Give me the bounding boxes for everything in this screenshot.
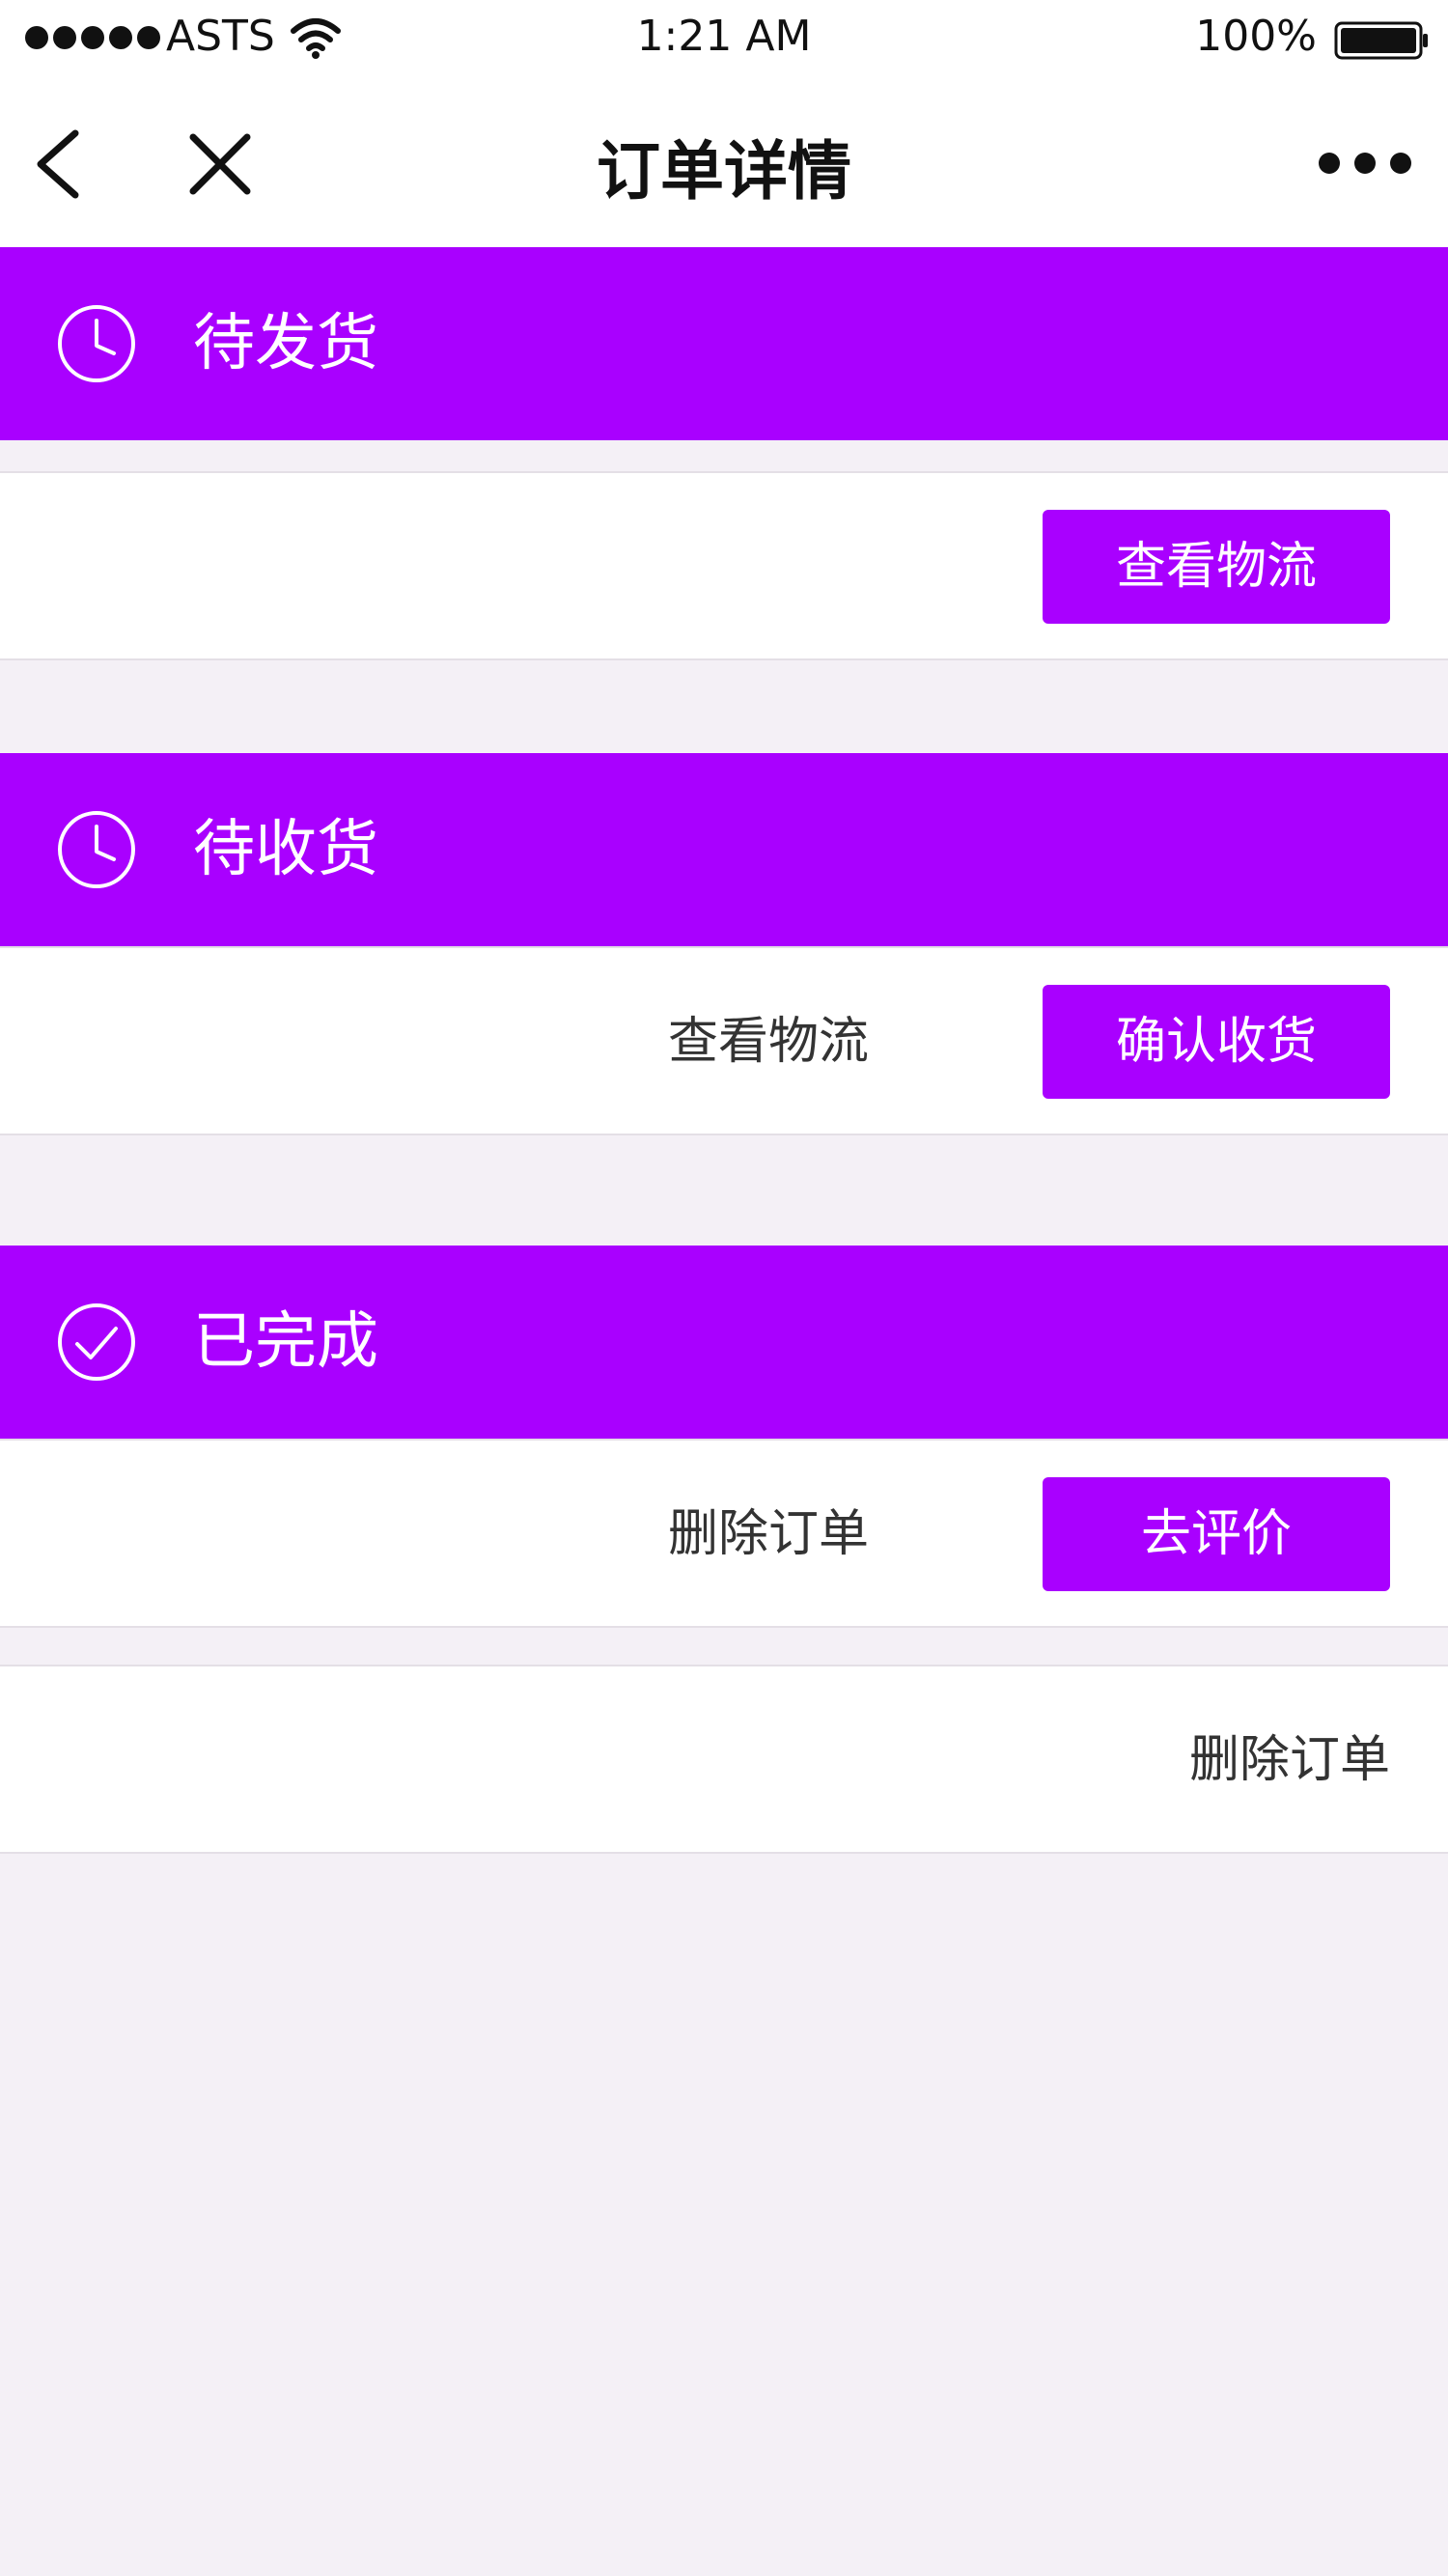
order-status-label: 待收货 xyxy=(193,814,378,885)
battery-icon xyxy=(1334,21,1428,60)
confirm-receipt-button[interactable]: 确认收货 xyxy=(1043,985,1390,1099)
write-review-button[interactable]: 去评价 xyxy=(1043,1477,1390,1591)
order-action-row: 查看物流 确认收货 xyxy=(0,946,1448,1135)
order-status-label: 已完成 xyxy=(193,1306,378,1378)
clock-icon xyxy=(58,305,135,382)
battery-percentage: 100% xyxy=(1195,12,1317,61)
order-action-row: 删除订单 去评价 xyxy=(0,1439,1448,1628)
order-detail-screen: ASTS 1:21 AM 100% 订单详情 待发货 查看物流 待收货 查看物流… xyxy=(0,0,1448,2576)
more-options-icon[interactable] xyxy=(1317,149,1413,178)
order-status-banner-pending-receipt: 待收货 xyxy=(0,753,1448,946)
navigation-bar: 订单详情 xyxy=(0,81,1448,247)
view-logistics-link[interactable]: 查看物流 xyxy=(668,985,869,1099)
delete-order-link[interactable]: 删除订单 xyxy=(668,1477,869,1591)
order-action-row: 删除订单 xyxy=(0,1665,1448,1854)
page-title: 订单详情 xyxy=(597,134,851,209)
check-circle-icon xyxy=(58,1303,135,1381)
order-action-row: 查看物流 xyxy=(0,471,1448,660)
clock-icon xyxy=(58,811,135,888)
order-status-banner-pending-shipment: 待发货 xyxy=(0,247,1448,440)
order-status-banner-completed: 已完成 xyxy=(0,1246,1448,1439)
view-logistics-button[interactable]: 查看物流 xyxy=(1043,510,1390,624)
order-status-label: 待发货 xyxy=(193,308,378,379)
delete-order-link[interactable]: 删除订单 xyxy=(1189,1703,1390,1817)
status-bar: ASTS 1:21 AM 100% xyxy=(0,0,1448,81)
